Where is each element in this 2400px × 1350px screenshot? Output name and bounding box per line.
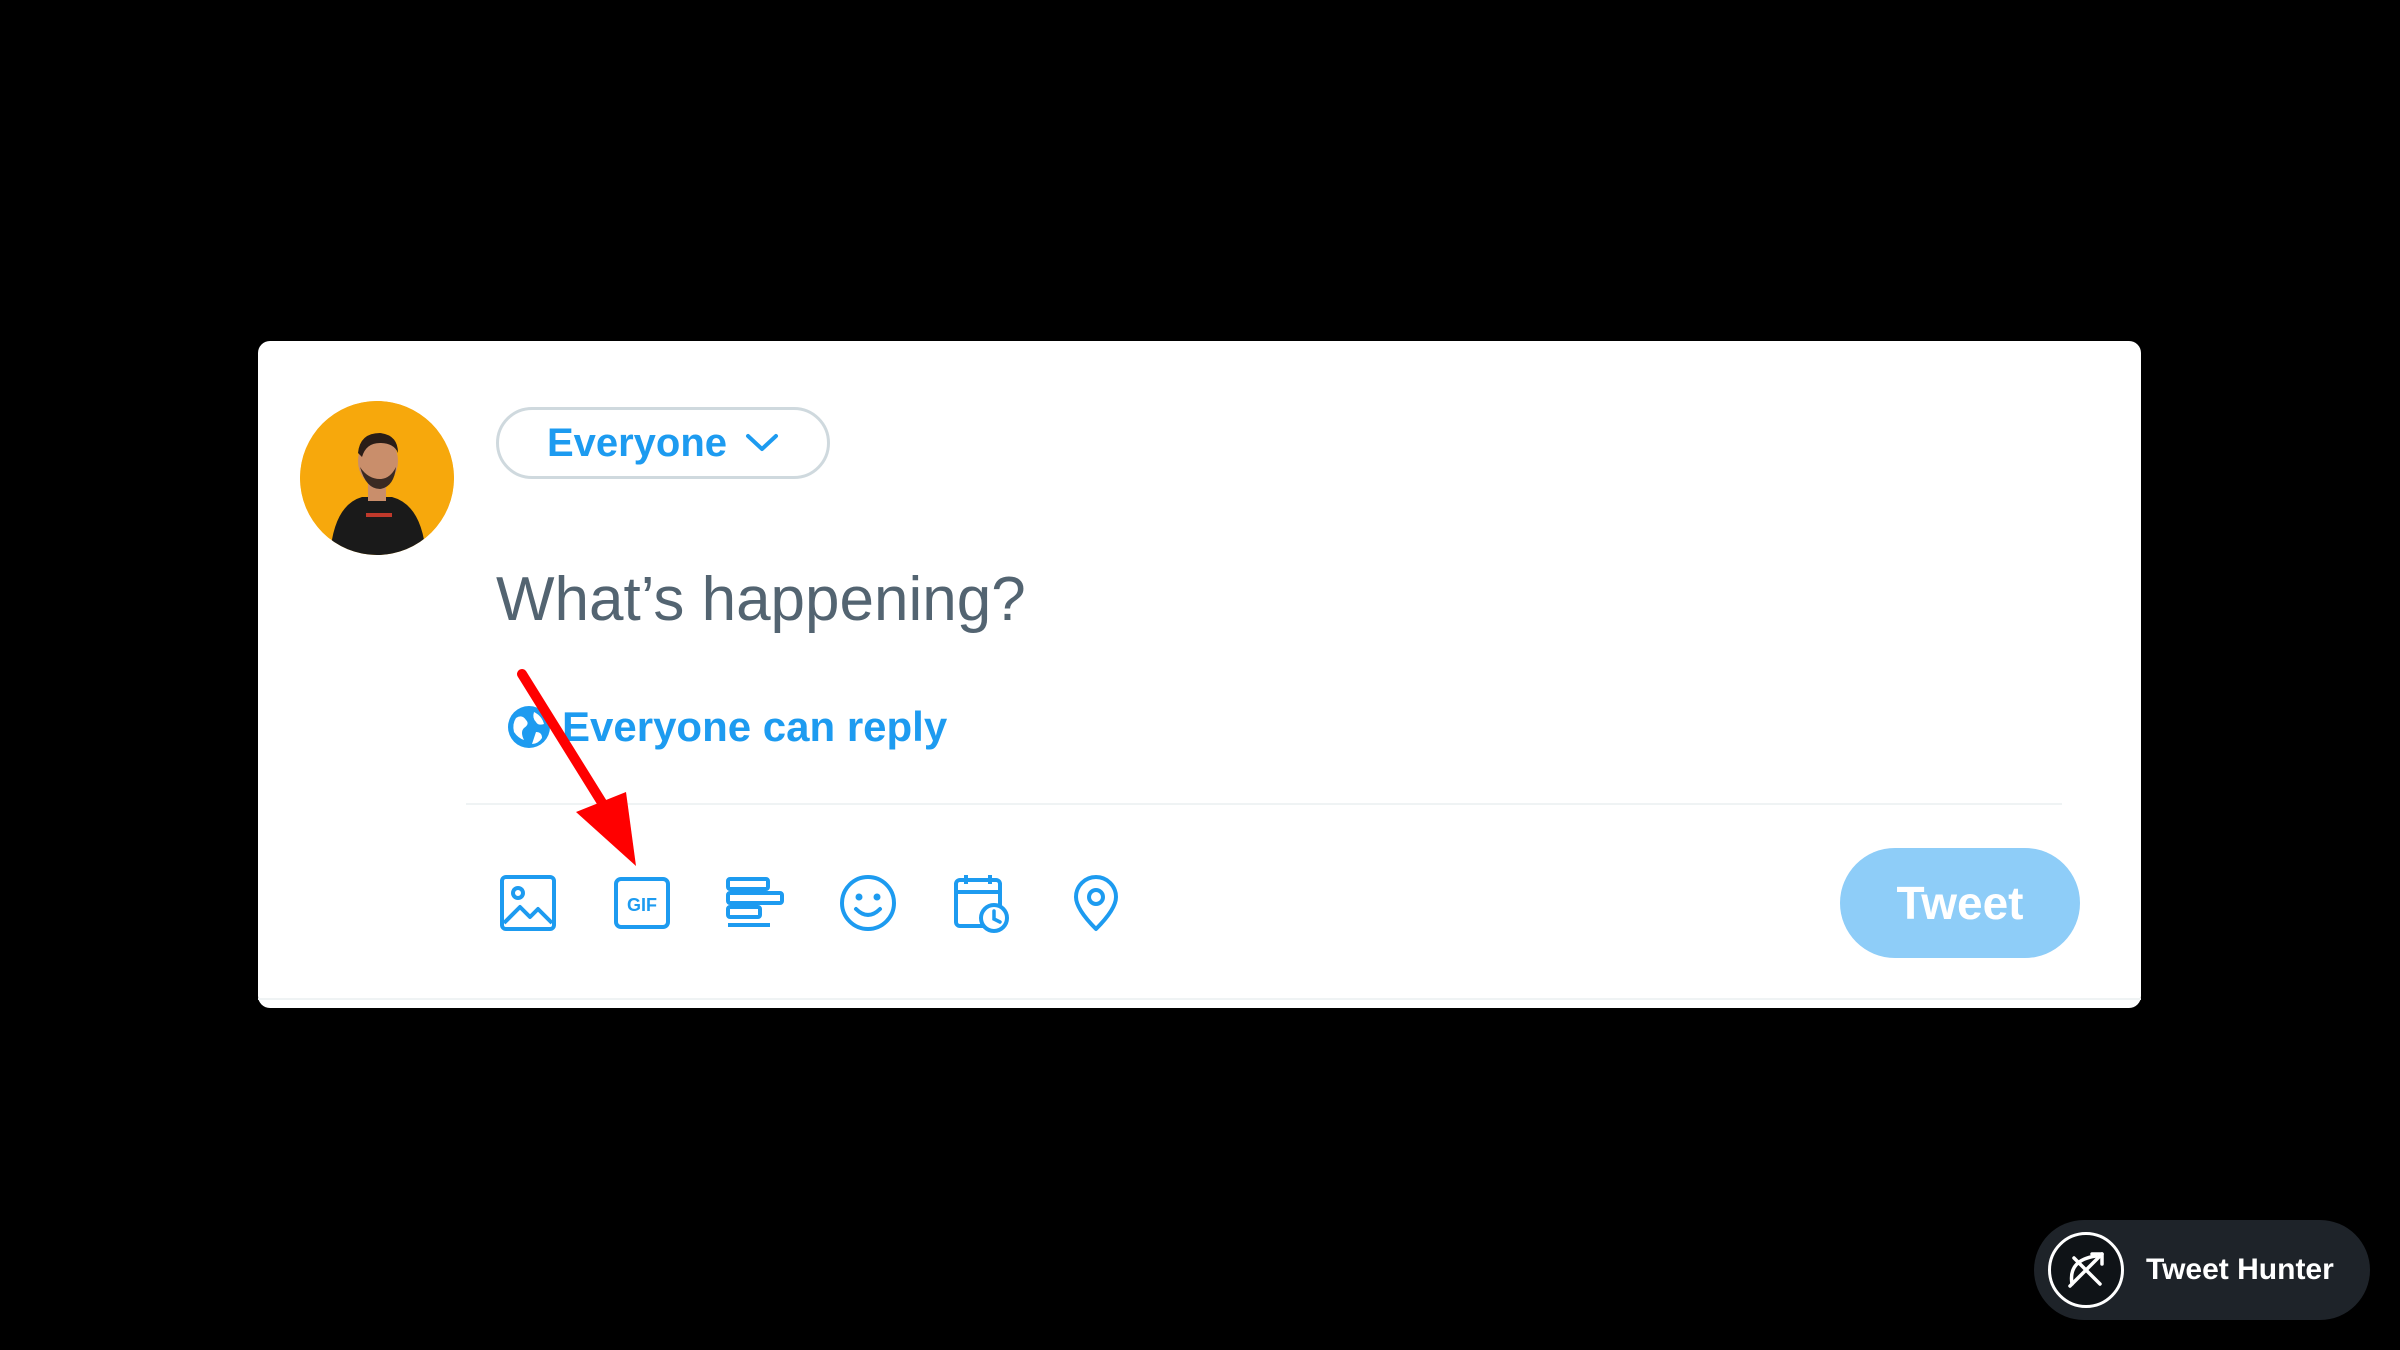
tweet-button[interactable]: Tweet [1840, 848, 2080, 958]
schedule-button[interactable] [950, 871, 1014, 935]
tweet-text-input[interactable] [496, 559, 1996, 639]
media-button[interactable] [496, 871, 560, 935]
avatar[interactable] [300, 401, 454, 555]
image-icon [500, 875, 556, 931]
poll-button[interactable] [724, 871, 788, 935]
gif-icon: GIF [614, 877, 670, 929]
emoji-icon [840, 875, 896, 931]
reply-setting-button[interactable]: Everyone can reply [506, 699, 947, 755]
tweet-hunter-badge: Tweet Hunter [2034, 1220, 2370, 1320]
screen: Everyone Everyone can reply [0, 0, 2400, 1350]
schedule-icon [954, 875, 1009, 933]
audience-selector[interactable]: Everyone [496, 407, 830, 479]
chevron-down-icon [746, 434, 779, 451]
location-button[interactable] [1064, 871, 1128, 935]
reply-setting-label: Everyone can reply [562, 703, 948, 750]
tweet-composer: Everyone Everyone can reply [258, 341, 2141, 1008]
emoji-button[interactable] [836, 871, 900, 935]
gif-button[interactable]: GIF [610, 871, 674, 935]
brand-name: Tweet Hunter [2146, 1253, 2334, 1286]
audience-label: Everyone [546, 420, 728, 465]
composer-bottom-border [258, 998, 2141, 1000]
avatar-person-image [300, 401, 454, 555]
gif-icon-text: GIF [627, 895, 657, 915]
location-icon [1074, 875, 1118, 931]
divider [466, 803, 2062, 805]
bow-arrow-logo-icon [2048, 1232, 2124, 1308]
globe-icon [508, 706, 550, 748]
poll-icon [726, 877, 784, 927]
